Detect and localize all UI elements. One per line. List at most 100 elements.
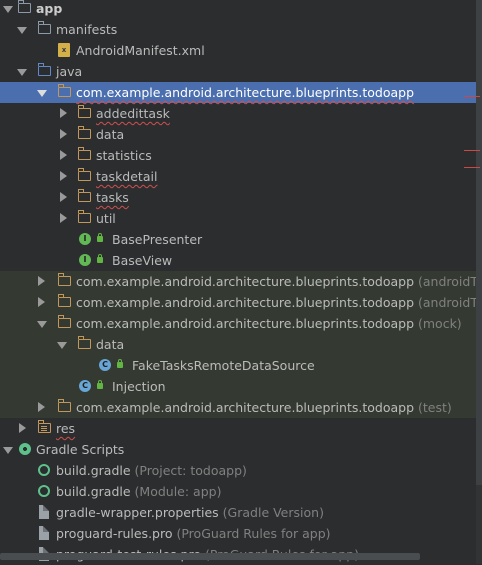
properties-file-icon [39,505,49,519]
chevron-down-icon[interactable] [37,321,47,328]
chevron-down-icon[interactable] [37,90,47,97]
tree-node-build-gradle-project[interactable]: build.gradle (Project: todoapp) [0,460,476,481]
tree-node-base-presenter[interactable]: I BasePresenter [0,229,476,250]
tree-node-tasks[interactable]: tasks [0,187,476,208]
tree-node-label: com.example.android.architecture.bluepri… [76,313,462,334]
chevron-right-icon[interactable] [60,150,67,160]
tree-node-label: res [56,421,76,436]
interface-icon: I [79,233,91,245]
file-suffix: (ProGuard Rules for app) [176,526,331,541]
tree-node-label: util [96,211,116,226]
chevron-down-icon[interactable] [17,27,27,34]
package-name: com.example.android.architecture.bluepri… [76,400,415,415]
tree-node-main-package[interactable]: com.example.android.architecture.bluepri… [0,82,476,103]
tree-node-taskdetail[interactable]: taskdetail [0,166,476,187]
package-name: com.example.android.architecture.bluepri… [76,274,415,289]
tree-node-mock-package[interactable]: com.example.android.architecture.bluepri… [0,313,476,334]
gradle-file-icon [38,485,50,497]
tree-node-mock-data[interactable]: data [0,334,476,355]
source-set-suffix: (androidTest) [418,274,482,289]
chevron-right-icon[interactable] [38,276,45,286]
tree-node-build-gradle-module[interactable]: build.gradle (Module: app) [0,481,476,502]
error-marker[interactable] [464,150,480,151]
file-suffix: (Module: app) [134,484,222,499]
tree-node-manifests[interactable]: manifests [0,19,476,40]
file-suffix: (Gradle Version) [222,505,324,520]
tree-node-label: data [96,337,125,352]
file-suffix: (Project: todoapp) [134,463,247,478]
tree-node-label: build.gradle (Module: app) [56,481,221,502]
tree-node-injection[interactable]: C Injection [0,376,476,397]
package-folder-icon [57,315,71,328]
gradle-icon [19,443,31,455]
source-set-suffix: (androidTestM [418,295,482,310]
chevron-right-icon[interactable] [60,129,67,139]
folder-icon [37,21,51,34]
chevron-right-icon[interactable] [60,108,67,118]
horizontal-scrollbar[interactable] [0,553,420,560]
tree-node-label: BaseView [112,253,173,268]
tree-node-label: FakeTasksRemoteDataSource [132,358,315,373]
chevron-right-icon[interactable] [60,213,67,223]
chevron-down-icon[interactable] [17,69,27,76]
tree-node-label: gradle-wrapper.properties (Gradle Versio… [56,502,324,523]
interface-icon: I [79,254,91,266]
scrollbar-thumb[interactable] [476,0,482,485]
tree-node-android-manifest[interactable]: x AndroidManifest.xml [0,40,476,61]
chevron-right-icon[interactable] [38,402,45,412]
tree-node-test-package[interactable]: com.example.android.architecture.bluepri… [0,397,476,418]
error-marker[interactable] [464,167,480,168]
tree-node-label: Gradle Scripts [36,442,125,457]
tree-node-label: tasks [96,190,129,205]
xml-file-icon: x [58,43,70,57]
lock-icon [97,254,103,263]
package-folder-icon [57,273,71,286]
vertical-scrollbar[interactable] [476,0,482,564]
class-icon: C [99,359,111,371]
class-icon: C [79,380,91,392]
tree-node-statistics[interactable]: statistics [0,145,476,166]
tree-node-fake-tasks-remote-data-source[interactable]: C FakeTasksRemoteDataSource [0,355,476,376]
tree-node-label: AndroidManifest.xml [76,43,205,58]
error-marker[interactable] [464,96,480,97]
package-folder-icon [77,168,91,181]
tree-node-res[interactable]: res [0,418,476,439]
chevron-right-icon[interactable] [60,192,67,202]
tree-node-label: com.example.android.architecture.bluepri… [76,292,482,313]
package-folder-icon [77,105,91,118]
chevron-right-icon[interactable] [60,171,67,181]
resource-folder-icon [37,420,51,433]
chevron-down-icon[interactable] [3,6,13,13]
package-folder-icon [57,399,71,412]
tree-node-proguard-rules[interactable]: proguard-rules.pro (ProGuard Rules for a… [0,523,476,544]
tree-node-android-test-package[interactable]: com.example.android.architecture.bluepri… [0,271,482,292]
tree-node-label: java [56,64,83,79]
text-file-icon [39,526,49,540]
tree-node-app[interactable]: app [0,0,476,19]
file-name: gradle-wrapper.properties [56,505,219,520]
tree-node-android-test-mock-package[interactable]: com.example.android.architecture.bluepri… [0,292,482,313]
package-folder-icon [57,84,71,97]
chevron-down-icon[interactable] [3,447,13,454]
tree-node-label: statistics [96,148,152,163]
tree-node-data[interactable]: data [0,124,476,145]
chevron-right-icon[interactable] [38,297,45,307]
source-set-suffix: (mock) [418,316,462,331]
tree-node-label: Injection [112,379,166,394]
tree-node-java[interactable]: java [0,61,476,82]
tree-node-label: addedittask [96,106,170,121]
tree-node-gradle-wrapper[interactable]: gradle-wrapper.properties (Gradle Versio… [0,502,476,523]
gradle-file-icon [38,464,50,476]
package-folder-icon [77,126,91,139]
tree-node-util[interactable]: util [0,208,476,229]
package-name: com.example.android.architecture.bluepri… [76,295,415,310]
tree-node-addedittask[interactable]: addedittask [0,103,476,124]
lock-icon [117,359,123,368]
chevron-down-icon[interactable] [57,342,67,349]
tree-node-base-view[interactable]: I BaseView [0,250,476,271]
tree-node-gradle-scripts[interactable]: Gradle Scripts [0,439,476,460]
package-folder-icon [77,147,91,160]
chevron-right-icon[interactable] [19,423,26,433]
package-folder-icon [77,189,91,202]
tree-node-label: com.example.android.architecture.bluepri… [76,85,415,100]
